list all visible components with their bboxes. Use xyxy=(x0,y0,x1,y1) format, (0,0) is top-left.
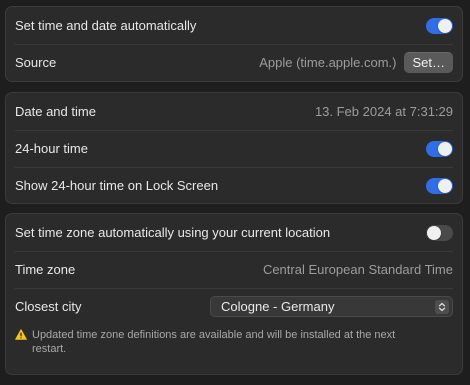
closest-city-label: Closest city xyxy=(15,299,82,314)
closest-city-select[interactable]: Cologne - Germany xyxy=(210,296,453,317)
source-value: Apple (time.apple.com.) xyxy=(259,55,397,70)
date-time-row: Date and time 13. Feb 2024 at 7:31:29 xyxy=(6,93,462,130)
timezone-update-note: Updated time zone definitions are availa… xyxy=(15,328,415,356)
toggle-knob xyxy=(438,18,452,33)
time-zone-group: Set time zone automatically using your c… xyxy=(5,213,463,375)
automatic-time-group: Set time and date automatically Source A… xyxy=(5,6,463,82)
date-time-group: Date and time 13. Feb 2024 at 7:31:29 24… xyxy=(5,92,463,204)
source-row: Source Apple (time.apple.com.) Set… xyxy=(6,44,462,81)
chevron-updown-icon xyxy=(435,299,449,314)
set-source-button[interactable]: Set… xyxy=(404,52,453,73)
source-label: Source xyxy=(15,55,57,70)
hour24-toggle[interactable] xyxy=(426,140,453,157)
auto-time-row: Set time and date automatically xyxy=(6,7,462,44)
timezone-row: Time zone Central European Standard Time xyxy=(6,251,462,288)
auto-tz-label: Set time zone automatically using your c… xyxy=(15,225,331,240)
hour24-label: 24-hour time xyxy=(15,141,88,156)
toggle-knob xyxy=(438,141,452,156)
auto-tz-toggle[interactable] xyxy=(426,224,453,241)
warning-icon xyxy=(15,329,27,356)
auto-time-label: Set time and date automatically xyxy=(15,18,197,33)
toggle-knob xyxy=(438,178,452,193)
timezone-label: Time zone xyxy=(15,262,76,277)
date-time-label: Date and time xyxy=(15,104,96,119)
lock-screen-label: Show 24-hour time on Lock Screen xyxy=(15,178,219,193)
date-time-value[interactable]: 13. Feb 2024 at 7:31:29 xyxy=(315,104,453,119)
auto-tz-row: Set time zone automatically using your c… xyxy=(6,214,462,251)
toggle-knob xyxy=(427,225,441,240)
closest-city-row: Closest city Cologne - Germany xyxy=(6,288,462,325)
timezone-value: Central European Standard Time xyxy=(262,262,453,277)
lock-screen-row: Show 24-hour time on Lock Screen xyxy=(6,167,462,204)
note-text: Updated time zone definitions are availa… xyxy=(32,329,396,355)
hour24-row: 24-hour time xyxy=(6,130,462,167)
auto-time-toggle[interactable] xyxy=(426,17,453,34)
lock-screen-toggle[interactable] xyxy=(426,177,453,194)
closest-city-value: Cologne - Germany xyxy=(221,299,335,314)
